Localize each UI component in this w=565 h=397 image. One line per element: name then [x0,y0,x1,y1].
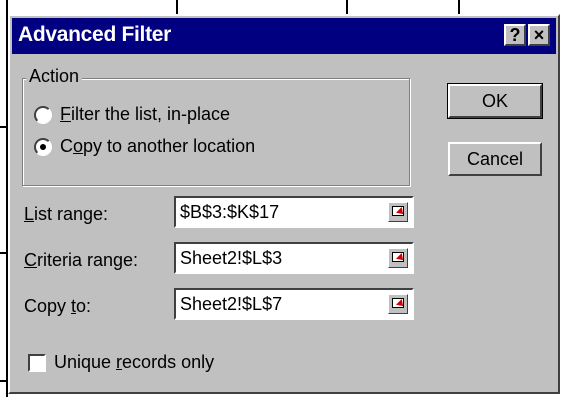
collapse-dialog-icon[interactable] [388,248,408,268]
list-range-value: $B$3:$K$17 [180,202,280,222]
criteria-range-label: Criteria range: [24,250,139,270]
copy-to-value: Sheet2!$L$7 [180,294,283,314]
list-range-label: List range: [24,204,109,224]
action-group-label: Action [26,66,83,87]
copy-to-input[interactable]: Sheet2!$L$7 [174,288,414,320]
collapse-dialog-icon[interactable] [388,294,408,314]
radio-filter-in-place-label: Filter the list, in-place [60,104,231,124]
copy-to-label: Copy to: [24,296,92,316]
title-bar: Advanced Filter ? × [12,18,556,54]
close-button[interactable]: × [528,24,550,46]
radio-button[interactable] [34,105,52,124]
unique-records-checkbox[interactable] [28,354,46,372]
advanced-filter-dialog: Advanced Filter ? × Action Filter the li… [8,14,560,394]
radio-copy-to-location[interactable]: Copy to another location [34,136,255,157]
close-icon: × [533,25,545,45]
help-button[interactable]: ? [504,24,526,46]
ok-button[interactable]: OK [447,83,543,119]
radio-copy-to-location-label: Copy to another location [60,136,256,156]
cancel-button[interactable]: Cancel [448,142,542,176]
dialog-title: Advanced Filter [18,23,172,46]
help-icon: ? [509,25,521,45]
radio-filter-in-place[interactable]: Filter the list, in-place [34,104,230,125]
radio-button-selected[interactable] [34,137,52,156]
collapse-dialog-icon[interactable] [388,202,408,222]
list-range-input[interactable]: $B$3:$K$17 [174,196,414,228]
criteria-range-input[interactable]: Sheet2!$L$3 [174,242,414,274]
unique-records-label: Unique records only [54,352,215,372]
criteria-range-value: Sheet2!$L$3 [180,248,283,268]
action-groupbox [22,78,410,186]
